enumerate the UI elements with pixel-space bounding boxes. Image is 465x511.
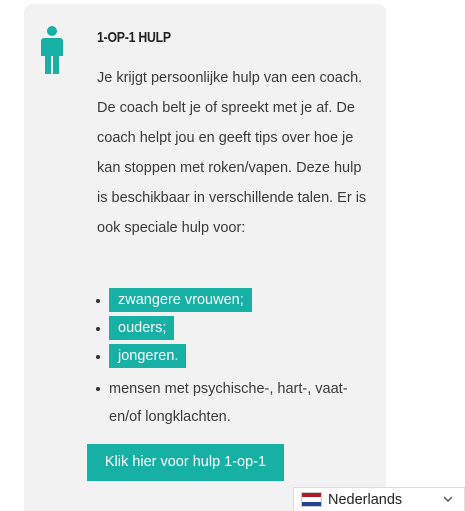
list-item: jongeren.	[92, 344, 349, 372]
netherlands-flag-icon	[301, 492, 322, 507]
bullet	[96, 327, 100, 331]
bullet	[96, 299, 100, 303]
person-icon	[41, 26, 63, 74]
link-zwangere-vrouwen[interactable]: zwangere vrouwen;	[109, 288, 252, 312]
link-ouders[interactable]: ouders;	[109, 316, 175, 340]
bullet	[96, 355, 100, 359]
list-item-text: mensen met psychische-, hart-, vaat- en/…	[109, 381, 348, 425]
list-item: zwangere vrouwen;	[92, 288, 349, 316]
card-title: 1-OP-1 HULP	[97, 29, 171, 46]
target-group-list: zwangere vrouwen; ouders; jongeren. mens…	[92, 288, 349, 431]
language-selected-label: Nederlands	[328, 491, 403, 508]
language-selector[interactable]: Nederlands	[293, 487, 465, 511]
list-item: mensen met psychische-, hart-, vaat- en/…	[92, 375, 349, 431]
link-jongeren[interactable]: jongeren.	[109, 344, 187, 368]
list-item: ouders;	[92, 316, 349, 344]
chevron-down-icon	[443, 496, 453, 502]
info-card: 1-OP-1 HULP Je krijgt persoonlijke hulp …	[24, 4, 386, 511]
card-description: Je krijgt persoonlijke hulp van een coac…	[97, 70, 367, 236]
bullet	[96, 387, 100, 391]
help-1-op-1-button[interactable]: Klik hier voor hulp 1-op-1	[87, 444, 284, 481]
